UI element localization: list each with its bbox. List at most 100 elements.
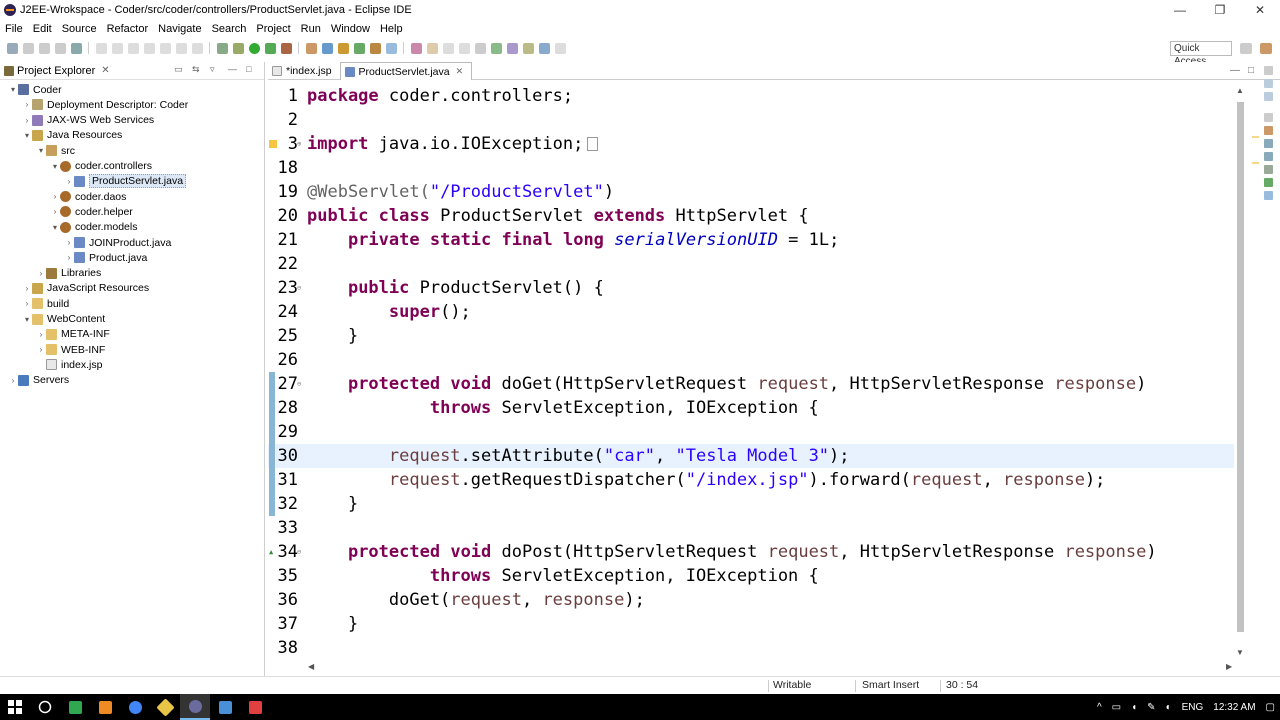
collapsed-arrow-icon[interactable]: › — [8, 376, 18, 385]
status-insert-mode[interactable]: Smart Insert — [862, 679, 919, 691]
console-icon[interactable] — [1264, 191, 1273, 200]
properties-icon[interactable] — [1264, 139, 1273, 148]
code-line[interactable]: 20 public class ProductServlet extends Ht… — [268, 204, 1234, 228]
java-ee-perspective-icon[interactable] — [1260, 43, 1272, 54]
code-line[interactable]: 2 — [268, 108, 1234, 132]
menu-run[interactable]: Run — [296, 23, 326, 35]
terminate-icon[interactable] — [70, 42, 82, 54]
fold-toggle-icon[interactable]: ⊖ — [297, 284, 301, 292]
build-icon[interactable] — [232, 42, 244, 54]
scroll-left-icon[interactable]: ◀ — [308, 662, 314, 671]
menu-navigate[interactable]: Navigate — [153, 23, 206, 35]
maximize-button[interactable]: ❐ — [1200, 0, 1240, 20]
save-icon[interactable] — [22, 42, 34, 54]
overview-ruler[interactable] — [1252, 90, 1260, 660]
editor-minimize-icon[interactable]: — — [1230, 65, 1240, 76]
menu-file[interactable]: File — [0, 23, 28, 35]
expanded-arrow-icon[interactable]: ▾ — [22, 131, 32, 140]
new-java-project-icon[interactable] — [321, 42, 333, 54]
editor-maximize-icon[interactable]: □ — [1248, 65, 1254, 76]
tree-item-java-resources[interactable]: ▾ Java Resources — [22, 128, 122, 143]
start-button[interactable] — [0, 694, 30, 720]
code-line[interactable]: 19 @WebServlet("/ProductServlet") — [268, 180, 1234, 204]
language-indicator[interactable]: ENG — [1182, 702, 1204, 713]
outline-icon[interactable] — [1264, 79, 1273, 88]
toggle-mark-occurrences-icon[interactable] — [426, 42, 438, 54]
tree-item-coder-models[interactable]: ▾ coder.models — [50, 220, 137, 235]
tree-item-joinproduct-java[interactable]: › JOINProduct.java — [64, 235, 172, 250]
menu-window[interactable]: Window — [326, 23, 375, 35]
taskbar-app-notes[interactable] — [210, 694, 240, 720]
close-icon[interactable]: ✕ — [456, 66, 464, 77]
close-icon[interactable]: ✕ — [101, 65, 109, 76]
minimize-button[interactable]: — — [1160, 0, 1200, 20]
suspend-icon[interactable] — [111, 42, 123, 54]
tab-index-jsp[interactable]: *index.jsp — [268, 62, 340, 80]
taskbar-app-git[interactable] — [150, 694, 180, 720]
taskbar-app-chrome[interactable] — [120, 694, 150, 720]
pen-icon[interactable]: ✎ — [1147, 702, 1155, 713]
menu-project[interactable]: Project — [251, 23, 295, 35]
expanded-arrow-icon[interactable]: ▾ — [8, 85, 18, 94]
pin-editor-icon[interactable] — [474, 42, 486, 54]
code-line[interactable]: 26 — [268, 348, 1234, 372]
notifications-icon[interactable]: ▢ — [1266, 702, 1275, 713]
last-edit-location-icon[interactable] — [522, 42, 534, 54]
new-server-icon[interactable] — [305, 42, 317, 54]
code-line[interactable]: 27 protected void doGet(HttpServletReque… — [268, 372, 1234, 396]
code-line[interactable]: 37 } — [268, 612, 1234, 636]
code-line[interactable]: 36 doGet(request, response); — [268, 588, 1234, 612]
fold-toggle-icon[interactable]: ⊖ — [297, 548, 301, 556]
data-source-icon[interactable] — [1264, 165, 1273, 174]
scroll-right-icon[interactable]: ▶ — [1226, 662, 1232, 671]
code-line[interactable]: 34 protected void doPost(HttpServletRequ… — [268, 540, 1234, 564]
close-button[interactable]: ✕ — [1240, 0, 1280, 20]
collapsed-arrow-icon[interactable]: › — [22, 284, 32, 293]
code-line[interactable]: 29 — [268, 420, 1234, 444]
menu-search[interactable]: Search — [207, 23, 252, 35]
next-annotation-icon[interactable] — [490, 42, 502, 54]
quick-access-input[interactable]: Quick Access — [1170, 41, 1232, 67]
print-icon[interactable] — [54, 42, 66, 54]
tree-item-meta-inf[interactable]: › META-INF — [36, 327, 110, 342]
ruler-marker[interactable] — [1252, 162, 1259, 164]
new-icon[interactable] — [6, 42, 18, 54]
code-line[interactable]: 21 private static final long serialVersi… — [268, 228, 1234, 252]
expanded-arrow-icon[interactable]: ▾ — [36, 146, 46, 155]
menu-edit[interactable]: Edit — [28, 23, 57, 35]
collapsed-arrow-icon[interactable]: › — [64, 253, 74, 262]
collapsed-arrow-icon[interactable]: › — [50, 192, 60, 201]
expanded-arrow-icon[interactable]: ▾ — [22, 315, 32, 324]
servers-icon[interactable] — [1264, 152, 1273, 161]
view-menu-icon[interactable]: ▿ — [210, 64, 220, 74]
tree-item-webcontent[interactable]: ▾ WebContent — [22, 312, 105, 327]
code-line[interactable]: 23 public ProductServlet() {⊖ — [268, 276, 1234, 300]
fold-toggle-icon[interactable]: ⊖ — [297, 380, 301, 388]
restore-icon[interactable] — [1264, 113, 1273, 122]
tab-productservlet-java[interactable]: ProductServlet.java ✕ — [339, 62, 473, 80]
collapsed-arrow-icon[interactable]: › — [22, 299, 32, 308]
tree-item-build[interactable]: › build — [22, 296, 70, 311]
network-icon[interactable]: ◐ — [1166, 702, 1172, 713]
code-line[interactable]: 18 — [268, 156, 1234, 180]
vertical-scrollbar[interactable]: ▲ ▼ — [1236, 86, 1246, 658]
skip-breakpoints-icon[interactable] — [216, 42, 228, 54]
collapsed-arrow-icon[interactable]: › — [36, 330, 46, 339]
code-line[interactable]: 24 super(); — [268, 300, 1234, 324]
code-editor[interactable]: 1 package coder.controllers; 2 3 import java… — [268, 84, 1234, 668]
warning-marker-icon[interactable] — [269, 140, 277, 148]
disconnect-icon[interactable] — [143, 42, 155, 54]
horizontal-scrollbar[interactable]: ◀ ▶ — [308, 662, 1238, 672]
back-icon[interactable] — [538, 42, 550, 54]
code-line[interactable]: 28 throws ServletException, IOException … — [268, 396, 1234, 420]
tree-item-product-java[interactable]: › Product.java — [64, 250, 148, 265]
code-line[interactable]: 25 } — [268, 324, 1234, 348]
collapsed-arrow-icon[interactable]: › — [22, 116, 32, 125]
scroll-down-icon[interactable]: ▼ — [1236, 648, 1244, 657]
maximize-icon[interactable]: □ — [246, 64, 256, 74]
open-perspective-icon[interactable] — [1240, 43, 1252, 54]
ruler-marker[interactable] — [1252, 136, 1259, 138]
stop-icon[interactable] — [127, 42, 139, 54]
cortana-button[interactable] — [30, 694, 60, 720]
collapsed-arrow-icon[interactable]: › — [64, 238, 74, 247]
